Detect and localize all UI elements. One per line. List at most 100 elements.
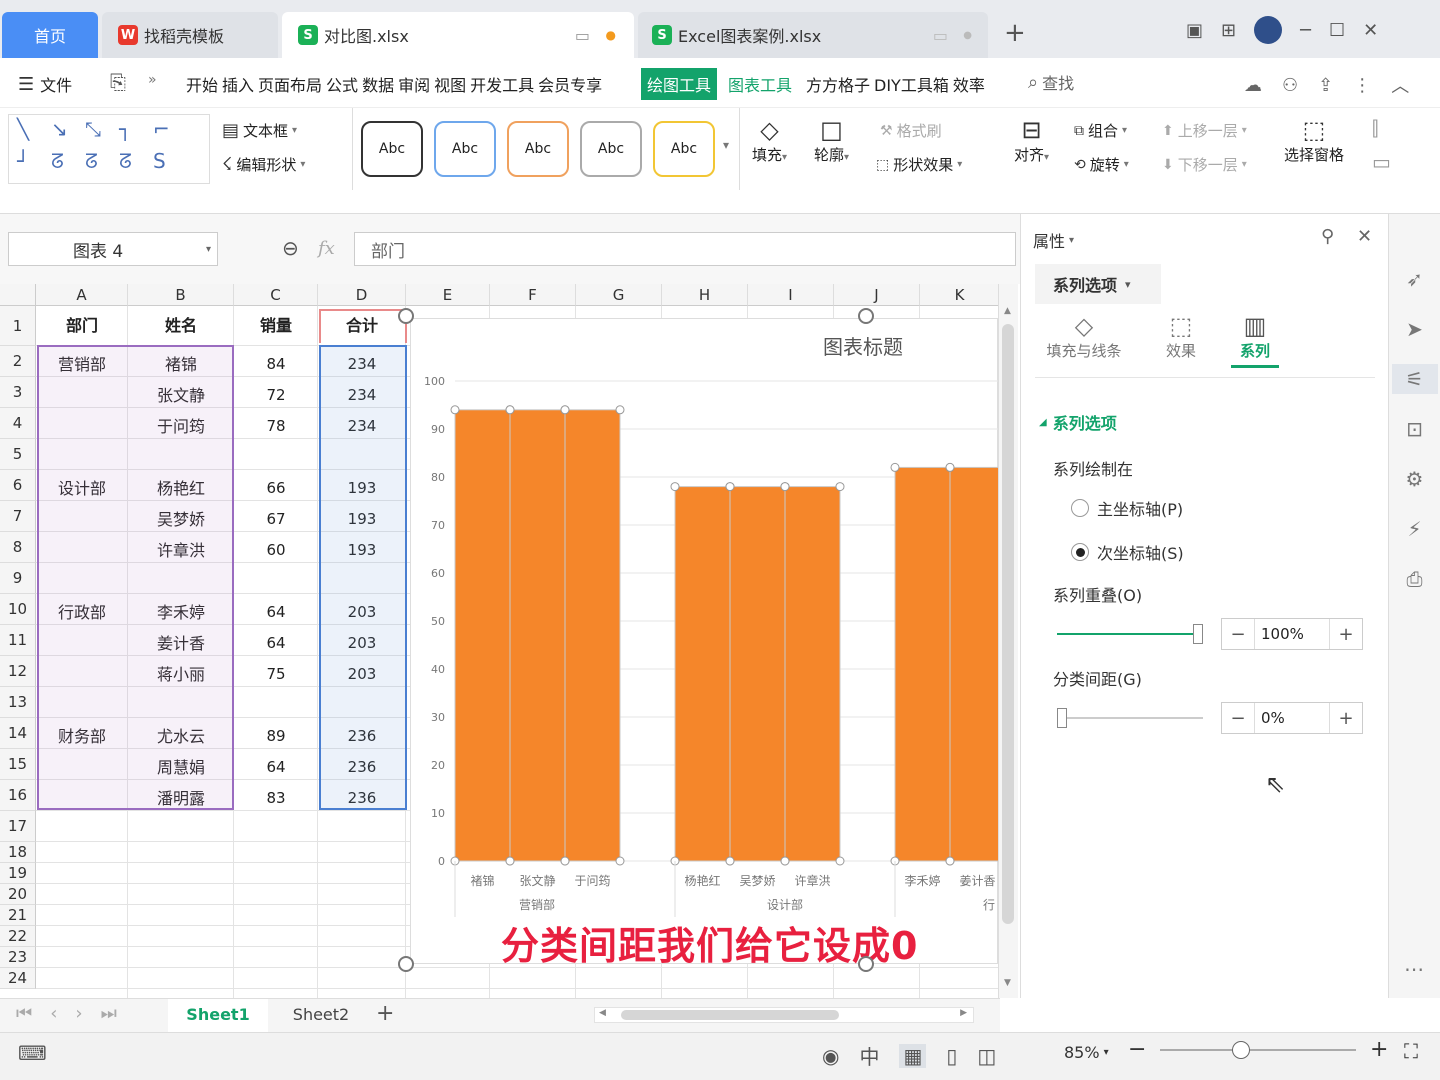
curve-double-icon[interactable]: ᘔ bbox=[119, 149, 153, 181]
cell-B1[interactable]: 姓名 bbox=[128, 306, 234, 346]
curve-arrow-icon[interactable]: ᘔ bbox=[85, 149, 119, 181]
minimize-icon[interactable]: ─ bbox=[1300, 20, 1311, 41]
overlap-stepper[interactable]: −100% + bbox=[1221, 618, 1363, 650]
textbox-button[interactable]: ▤ 文本框 ▾ bbox=[222, 120, 297, 141]
rocket-icon[interactable]: ➶ bbox=[1400, 264, 1430, 294]
maximize-icon[interactable]: ☐ bbox=[1329, 20, 1345, 41]
curve-connector-icon[interactable]: ᘔ bbox=[51, 149, 85, 181]
cell-C1[interactable]: 销量 bbox=[234, 306, 318, 346]
menu-extra-2[interactable]: 效率 bbox=[953, 72, 985, 96]
format-painter-button[interactable]: ⚒ 格式刷 bbox=[880, 120, 942, 141]
fill-button[interactable]: ◇ 填充▾ bbox=[752, 116, 787, 165]
primary-axis-radio[interactable]: 主坐标轴(P) bbox=[1071, 496, 1183, 520]
tab-active-workbook[interactable]: S 对比图.xlsx ▭ ● bbox=[282, 12, 634, 58]
bar-handle[interactable] bbox=[780, 482, 790, 492]
menu-item-7[interactable]: 开发工具 bbox=[470, 72, 534, 96]
bar-handle[interactable] bbox=[615, 405, 625, 415]
gap-slider-thumb[interactable] bbox=[1057, 708, 1067, 728]
scroll-up-icon[interactable]: ▲ bbox=[1004, 306, 1011, 316]
resize-handle-bottom[interactable] bbox=[858, 956, 874, 972]
page-layout-view-icon[interactable]: ▯ bbox=[946, 1044, 957, 1068]
lightning-icon[interactable]: ⚡ bbox=[1400, 514, 1430, 544]
first-sheet-icon[interactable]: ⏮ bbox=[16, 1003, 32, 1024]
cloud-sync-icon[interactable]: ☁ bbox=[1244, 75, 1262, 96]
row-header-10[interactable]: 10 bbox=[0, 594, 36, 625]
bar[interactable] bbox=[674, 486, 731, 862]
zoom-in-icon[interactable]: + bbox=[1370, 1037, 1388, 1062]
double-arrow-shape-icon[interactable]: ⤡ bbox=[85, 117, 119, 149]
row-header-23[interactable]: 23 bbox=[0, 947, 36, 968]
row-header-22[interactable]: 22 bbox=[0, 926, 36, 947]
bar[interactable] bbox=[894, 466, 951, 862]
row-header-1[interactable]: 1 bbox=[0, 306, 36, 346]
cell-C10[interactable]: 64 bbox=[234, 594, 318, 625]
menu-item-5[interactable]: 审阅 bbox=[398, 72, 430, 96]
zoom-slider-thumb[interactable] bbox=[1232, 1041, 1250, 1059]
menu-draw-tools[interactable]: 绘图工具 bbox=[641, 68, 718, 100]
collapse-ribbon-icon[interactable]: ︿ bbox=[1391, 72, 1409, 98]
row-header-13[interactable]: 13 bbox=[0, 687, 36, 718]
data-range-icon[interactable]: ⊡ bbox=[1400, 414, 1430, 444]
shape-style-5[interactable]: Abc bbox=[653, 121, 715, 177]
column-header-G[interactable]: G bbox=[576, 284, 662, 306]
tab-template[interactable]: W 找稻壳模板 bbox=[102, 12, 278, 58]
input-method-icon[interactable]: 中 bbox=[859, 1041, 879, 1070]
plus-icon[interactable]: + bbox=[1330, 708, 1362, 729]
add-sheet-icon[interactable]: + bbox=[376, 1001, 394, 1026]
file-menu[interactable]: ☰ 文件 bbox=[18, 72, 76, 96]
share-icon[interactable]: ⇪ bbox=[1318, 75, 1333, 96]
row-header-8[interactable]: 8 bbox=[0, 532, 36, 563]
column-header-I[interactable]: I bbox=[748, 284, 834, 306]
save-icon[interactable]: ⎘ bbox=[110, 70, 126, 94]
cell-C6[interactable]: 66 bbox=[234, 470, 318, 501]
search-box[interactable]: ⌕ 查找 bbox=[1028, 70, 1074, 94]
layout-2-icon[interactable]: ▣ bbox=[1186, 20, 1203, 41]
eye-protection-icon[interactable]: ◉ bbox=[822, 1044, 839, 1068]
menu-chart-tools[interactable]: 图表工具 bbox=[728, 72, 792, 96]
vertical-scrollbar[interactable]: ▲ ▼ bbox=[998, 284, 1018, 998]
row-header-4[interactable]: 4 bbox=[0, 408, 36, 439]
cell-C2[interactable]: 84 bbox=[234, 346, 318, 377]
column-header-F[interactable]: F bbox=[490, 284, 576, 306]
send-backward-button[interactable]: ⬇ 下移一层 ▾ bbox=[1162, 154, 1247, 175]
edit-shape-button[interactable]: ☇ 编辑形状 ▾ bbox=[222, 154, 305, 175]
elbow-double-icon[interactable]: ┘ bbox=[17, 149, 51, 181]
column-header-C[interactable]: C bbox=[234, 284, 318, 306]
row-header-19[interactable]: 19 bbox=[0, 863, 36, 884]
chart-style-icon[interactable]: ⚙ bbox=[1400, 464, 1430, 494]
cell-C11[interactable]: 64 bbox=[234, 625, 318, 656]
zoom-slider[interactable] bbox=[1160, 1049, 1356, 1051]
bar-handle[interactable] bbox=[560, 856, 570, 866]
menu-item-6[interactable]: 视图 bbox=[434, 72, 466, 96]
line-shape-icon[interactable]: ╲ bbox=[17, 117, 51, 149]
bar[interactable] bbox=[784, 486, 841, 862]
more-chevron-icon[interactable]: » bbox=[148, 72, 157, 88]
sheet-tab-sheet2[interactable]: Sheet2 bbox=[278, 999, 364, 1032]
row-header-12[interactable]: 12 bbox=[0, 656, 36, 687]
group-button[interactable]: ⧉ 组合 ▾ bbox=[1074, 120, 1127, 141]
column-header-H[interactable]: H bbox=[662, 284, 748, 306]
column-header-B[interactable]: B bbox=[128, 284, 234, 306]
bar-handle[interactable] bbox=[780, 856, 790, 866]
plus-icon[interactable]: + bbox=[1330, 624, 1362, 645]
next-sheet-icon[interactable]: › bbox=[75, 1003, 82, 1024]
collaborate-icon[interactable]: ⚇ bbox=[1282, 75, 1298, 96]
shape-gallery[interactable]: ╲ ↘ ⤡ ┐ ⌐ ┘ ᘔ ᘔ ᘔ S bbox=[8, 114, 210, 184]
column-header-D[interactable]: D bbox=[318, 284, 406, 306]
horizontal-scrollbar[interactable]: ◀ ▶ bbox=[594, 1007, 974, 1023]
more-dots-icon[interactable]: ⋯ bbox=[1399, 954, 1429, 984]
menu-item-1[interactable]: 插入 bbox=[222, 72, 254, 96]
row-header-18[interactable]: 18 bbox=[0, 842, 36, 863]
scroll-down-icon[interactable]: ▼ bbox=[1004, 978, 1011, 988]
secondary-axis-radio[interactable]: 次坐标轴(S) bbox=[1071, 540, 1184, 564]
cell-C7[interactable]: 67 bbox=[234, 501, 318, 532]
select-all-corner[interactable] bbox=[0, 284, 36, 306]
cell-C15[interactable]: 64 bbox=[234, 749, 318, 780]
scroll-right-icon[interactable]: ▶ bbox=[960, 1008, 967, 1018]
resize-handle-top-left[interactable] bbox=[398, 308, 414, 324]
freeform-icon[interactable]: S bbox=[153, 149, 187, 181]
close-pane-icon[interactable]: ✕ bbox=[1357, 226, 1372, 247]
elbow-connector-icon[interactable]: ┐ bbox=[119, 117, 153, 149]
row-header-21[interactable]: 21 bbox=[0, 905, 36, 926]
selection-pane-button[interactable]: ⬚ 选择窗格 bbox=[1284, 116, 1344, 165]
